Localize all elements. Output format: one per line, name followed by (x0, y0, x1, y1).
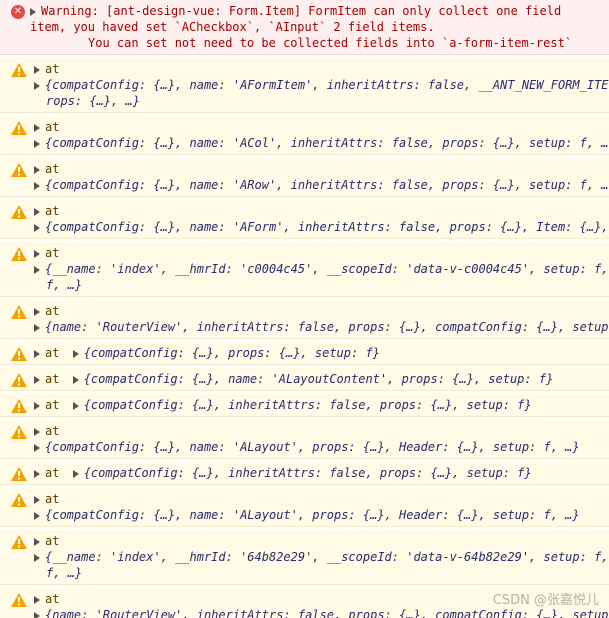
warning-message: at {compatConfig: {…}, name: 'ALayout', p… (0, 488, 609, 527)
warning-message: at {__name: 'index', __hmrId: '64b82e29',… (0, 530, 609, 585)
object-preview[interactable]: {compatConfig: {…}, inheritAttrs: false,… (84, 466, 532, 480)
at-label: at (45, 398, 60, 412)
warning-icon (11, 425, 27, 439)
expand-arrow-icon[interactable] (30, 7, 36, 16)
expand-arrow-icon[interactable] (34, 553, 40, 562)
object-preview[interactable]: {compatConfig: {…}, name: 'ALayout', pro… (45, 440, 580, 454)
object-preview-continued: f, …} (46, 566, 83, 580)
object-preview[interactable]: {name: 'RouterView', inheritAttrs: false… (45, 608, 609, 618)
warning-message: at {compatConfig: {…}, inheritAttrs: fal… (0, 462, 609, 485)
expand-arrow-icon[interactable] (34, 443, 40, 452)
expand-arrow-icon[interactable] (34, 401, 40, 410)
object-preview[interactable]: {compatConfig: {…}, name: 'AForm', inher… (45, 220, 609, 234)
at-label: at (45, 592, 60, 606)
warning-icon (11, 373, 27, 387)
expand-arrow-icon[interactable] (34, 65, 40, 74)
error-message: ✕ Warning: [ant-design-vue: Form.Item] F… (0, 0, 609, 55)
object-preview[interactable]: {compatConfig: {…}, inheritAttrs: false,… (84, 398, 532, 412)
object-preview[interactable]: {compatConfig: {…}, props: {…}, setup: f… (84, 346, 380, 360)
object-preview-continued: rops: {…}, …} (46, 94, 140, 108)
error-line-2: item, you haved set `ACheckbox`, `AInput… (30, 20, 435, 34)
at-label: at (45, 534, 60, 548)
expand-arrow-icon[interactable] (34, 139, 40, 148)
at-label: at (45, 62, 60, 76)
warning-message: at {name: 'RouterView', inheritAttrs: fal… (0, 300, 609, 339)
expand-arrow-icon[interactable] (34, 427, 40, 436)
at-label: at (45, 346, 60, 360)
warning-icon (11, 247, 27, 261)
at-label: at (45, 204, 60, 218)
expand-arrow-icon[interactable] (34, 123, 40, 132)
warning-icon (11, 63, 27, 77)
warning-message: at {compatConfig: {…}, props: {…}, setup… (0, 342, 609, 365)
object-preview[interactable]: {__name: 'index', __hmrId: '64b82e29', _… (45, 550, 609, 564)
warning-icon (11, 163, 27, 177)
expand-arrow-icon[interactable] (34, 375, 40, 384)
warning-message: at {compatConfig: {…}, name: 'ARow', inhe… (0, 158, 609, 197)
warning-icon (11, 493, 27, 507)
warning-message: at {compatConfig: {…}, name: 'AForm', inh… (0, 200, 609, 239)
warning-message: at {compatConfig: {…}, name: 'ALayoutCon… (0, 368, 609, 391)
object-preview[interactable]: {compatConfig: {…}, name: 'AFormItem', i… (45, 78, 609, 92)
expand-arrow-icon[interactable] (34, 469, 40, 478)
warning-message: at {__name: 'index', __hmrId: 'c0004c45',… (0, 242, 609, 297)
expand-arrow-icon[interactable] (34, 181, 40, 190)
at-label: at (45, 162, 60, 176)
warning-icon (11, 535, 27, 549)
object-preview-continued: f, …} (46, 278, 83, 292)
warning-icon (11, 467, 27, 481)
warning-icon (11, 305, 27, 319)
warning-icon (11, 205, 27, 219)
warning-icon (11, 399, 27, 413)
expand-arrow-icon[interactable] (34, 611, 40, 618)
at-label: at (45, 372, 60, 386)
error-line-1: Warning: [ant-design-vue: Form.Item] For… (41, 4, 562, 18)
error-icon: ✕ (11, 5, 25, 19)
object-preview[interactable]: {__name: 'index', __hmrId: 'c0004c45', _… (45, 262, 609, 276)
warning-message: at {compatConfig: {…}, name: 'AFormItem',… (0, 58, 609, 113)
warning-message: at {compatConfig: {…}, name: 'ALayout', p… (0, 420, 609, 459)
expand-arrow-icon[interactable] (34, 265, 40, 274)
at-label: at (45, 304, 60, 318)
error-line-3: You can set not need to be collected fie… (88, 36, 573, 50)
expand-arrow-icon[interactable] (34, 495, 40, 504)
object-preview[interactable]: {compatConfig: {…}, name: 'ALayoutConten… (84, 372, 554, 386)
at-label: at (45, 492, 60, 506)
expand-arrow-icon[interactable] (34, 349, 40, 358)
warning-message: at {compatConfig: {…}, name: 'ACol', inhe… (0, 116, 609, 155)
expand-arrow-icon[interactable] (72, 375, 79, 384)
expand-arrow-icon[interactable] (34, 207, 40, 216)
at-label: at (45, 246, 60, 260)
expand-arrow-icon[interactable] (34, 223, 40, 232)
warning-message: at {name: 'RouterView', inheritAttrs: fal… (0, 588, 609, 618)
object-preview[interactable]: {compatConfig: {…}, name: 'ACol', inheri… (45, 136, 609, 150)
warning-icon (11, 347, 27, 361)
expand-arrow-icon[interactable] (34, 165, 40, 174)
object-preview[interactable]: {compatConfig: {…}, name: 'ALayout', pro… (45, 508, 580, 522)
expand-arrow-icon[interactable] (72, 469, 79, 478)
expand-arrow-icon[interactable] (34, 323, 40, 332)
warning-list: at {compatConfig: {…}, name: 'AFormItem',… (0, 55, 609, 618)
object-preview[interactable]: {name: 'RouterView', inheritAttrs: false… (45, 320, 609, 334)
warning-message: at {compatConfig: {…}, inheritAttrs: fal… (0, 394, 609, 417)
warning-icon (11, 593, 27, 607)
devtools-console: ✕ Warning: [ant-design-vue: Form.Item] F… (0, 0, 609, 618)
expand-arrow-icon[interactable] (34, 511, 40, 520)
expand-arrow-icon[interactable] (72, 349, 79, 358)
expand-arrow-icon[interactable] (34, 537, 40, 546)
warning-icon (11, 121, 27, 135)
at-label: at (45, 120, 60, 134)
expand-arrow-icon[interactable] (34, 81, 40, 90)
object-preview[interactable]: {compatConfig: {…}, name: 'ARow', inheri… (45, 178, 609, 192)
expand-arrow-icon[interactable] (72, 401, 79, 410)
expand-arrow-icon[interactable] (34, 249, 40, 258)
expand-arrow-icon[interactable] (34, 595, 40, 604)
at-label: at (45, 424, 60, 438)
at-label: at (45, 466, 60, 480)
expand-arrow-icon[interactable] (34, 307, 40, 316)
